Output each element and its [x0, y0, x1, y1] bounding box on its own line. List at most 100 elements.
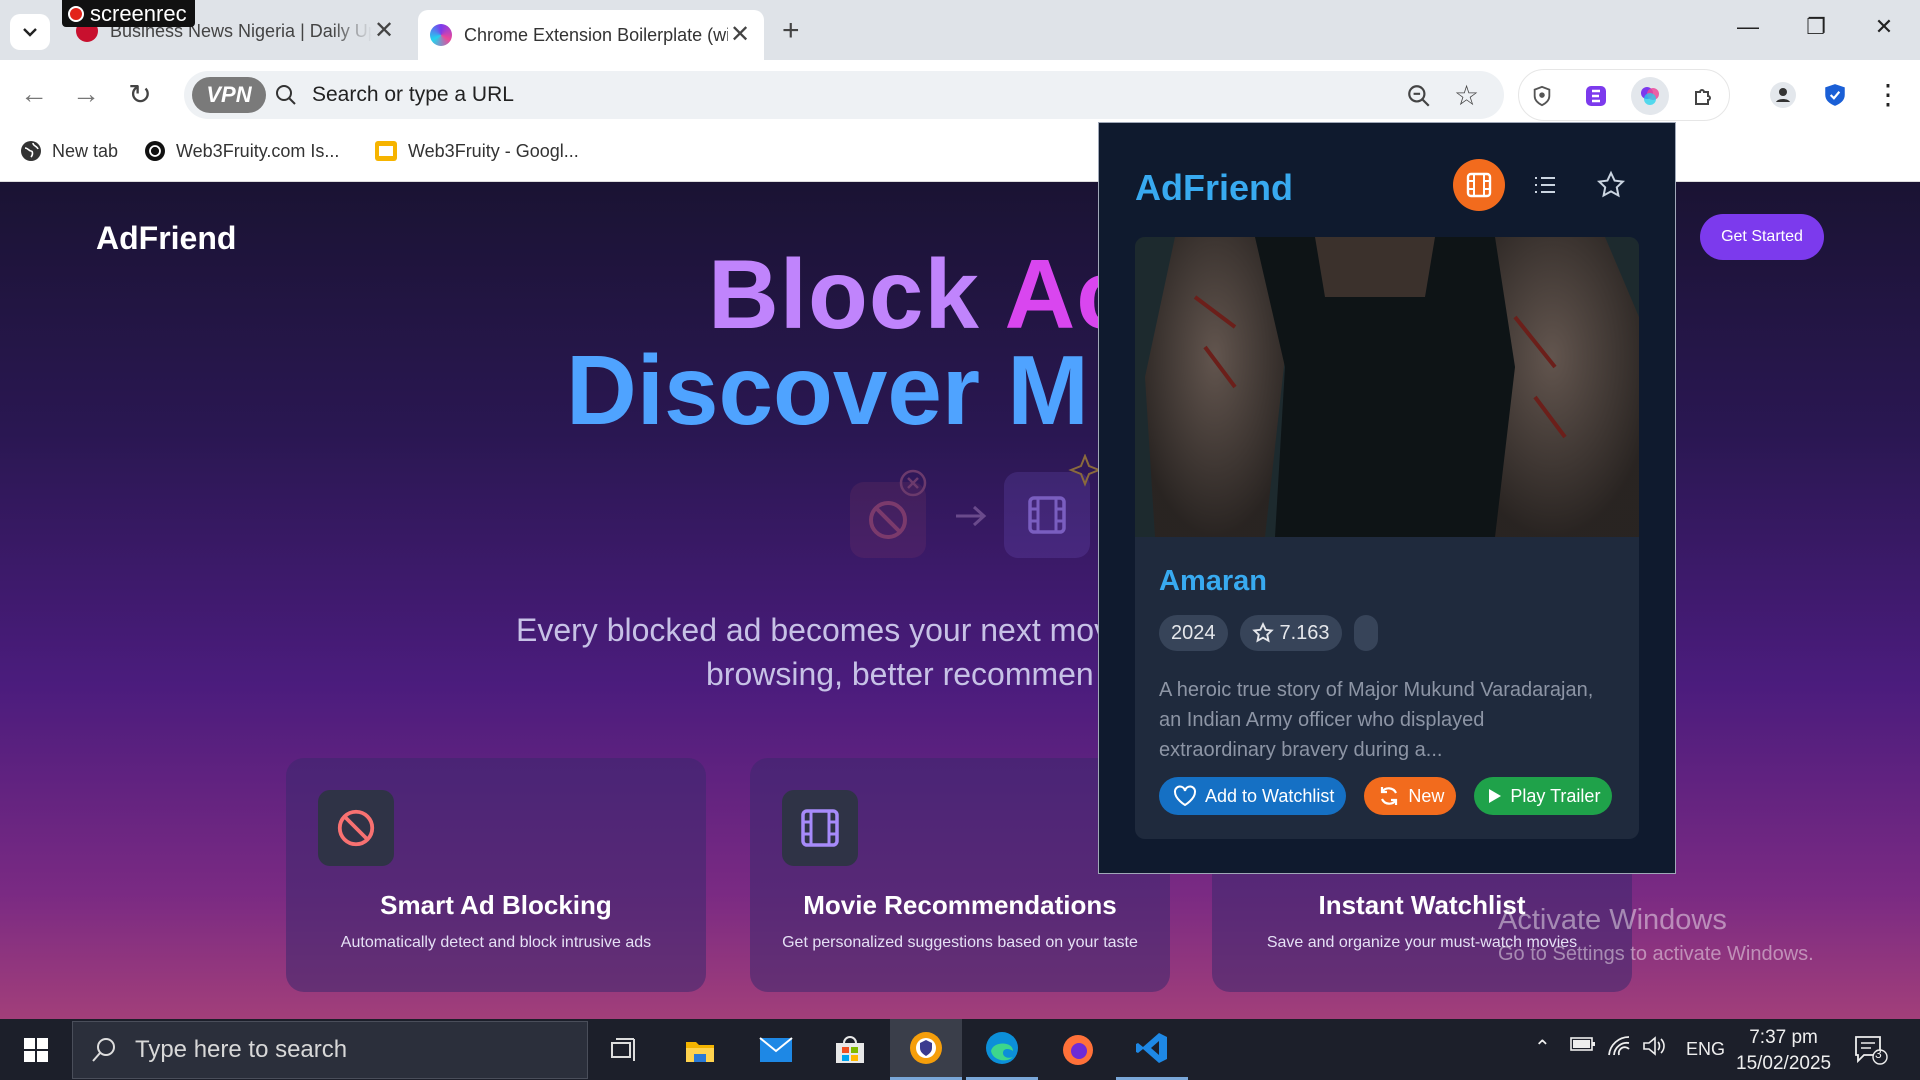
system-clock[interactable]: 7:37 pm 15/02/2025: [1736, 1025, 1831, 1077]
feature-card-ad-blocking: Smart Ad Blocking Automatically detect a…: [286, 758, 706, 992]
vpn-button[interactable]: VPN: [192, 77, 266, 113]
arrow-right-icon: [956, 505, 987, 527]
zoom-icon[interactable]: [1406, 83, 1432, 109]
get-started-button[interactable]: Get Started: [1700, 214, 1824, 260]
globe-icon: [21, 141, 41, 161]
tab-list[interactable]: [1519, 159, 1571, 211]
reload-button[interactable]: ↻: [120, 78, 160, 111]
rating-badge: 7.163: [1239, 615, 1342, 651]
popup-title: AdFriend: [1135, 167, 1293, 208]
restore-button[interactable]: ❐: [1796, 14, 1836, 40]
search-icon: [92, 1038, 115, 1062]
tab-movies[interactable]: [1453, 159, 1505, 211]
store-icon: [836, 1035, 864, 1063]
bookmark-label: New tab: [52, 140, 119, 161]
notification-count: 3: [1875, 1047, 1882, 1061]
show-hidden-icons-button[interactable]: ⌃: [1534, 1035, 1551, 1060]
forward-button[interactable]: →: [66, 78, 106, 110]
tab-extension-boilerplate[interactable]: Chrome Extension Boilerplate (with React…: [418, 10, 764, 60]
language-indicator[interactable]: ENG: [1686, 1039, 1725, 1060]
movie-overview: A heroic true story of Major Mukund Vara…: [1159, 679, 1594, 761]
movie-actions: Add to Watchlist New Play Trailer: [1159, 777, 1613, 815]
task-view-button[interactable]: [588, 1019, 660, 1080]
new-tab-button[interactable]: +: [782, 14, 800, 48]
search-icon: [276, 85, 296, 105]
menu-kebab-icon[interactable]: ⋮: [1868, 78, 1908, 111]
extension-favicon-icon: [430, 24, 452, 46]
shield-extension-icon[interactable]: [1523, 77, 1561, 115]
star-icon: [1251, 622, 1274, 643]
folder-icon: [686, 1041, 714, 1062]
recorder-label: screenrec: [90, 0, 187, 26]
windows-taskbar: Type here to search ⌃ ENG 7:37 pm 15/02/…: [0, 1019, 1920, 1080]
genre-badge: [1353, 615, 1378, 651]
activate-windows-watermark: Activate Windows Go to Settings to activ…: [1498, 904, 1814, 965]
bookmark-star-icon[interactable]: ☆: [1454, 79, 1479, 112]
google-slides-icon: [375, 141, 397, 161]
clock-time: 7:37 pm: [1749, 1027, 1818, 1048]
notification-center-button[interactable]: 3: [1854, 1035, 1888, 1070]
feature-description: Automatically detect and block intrusive…: [340, 934, 652, 951]
firefox-icon: [1063, 1034, 1093, 1065]
close-icon[interactable]: ✕: [728, 23, 752, 47]
openai-icon: [145, 141, 165, 161]
firefox-button[interactable]: [1042, 1019, 1114, 1080]
tab-strip: screenrec Business News Nigeria | Daily …: [0, 0, 1920, 60]
tab-search-button[interactable]: [10, 14, 50, 50]
movie-title[interactable]: Amaran: [1159, 565, 1267, 598]
volume-icon[interactable]: [1642, 1035, 1666, 1063]
bookmark-label: Web3Fruity.com Is...: [176, 140, 340, 161]
close-window-button[interactable]: ✕: [1864, 14, 1904, 40]
edge-button[interactable]: [966, 1019, 1038, 1080]
add-to-watchlist-button[interactable]: Add to Watchlist: [1159, 777, 1347, 815]
adfriend-popup: AdFriend Amaran 2024 7.163 A heroic true…: [1098, 122, 1676, 874]
heart-icon: [1174, 785, 1196, 807]
site-logo[interactable]: AdFriend: [96, 220, 236, 257]
ban-icon: [318, 790, 394, 866]
taskbar-search[interactable]: Type here to search: [72, 1021, 588, 1079]
taskbar-search-placeholder: Type here to search: [135, 1036, 348, 1063]
wifi-icon[interactable]: [1606, 1035, 1632, 1063]
back-button[interactable]: ←: [14, 78, 54, 110]
play-trailer-button[interactable]: Play Trailer: [1474, 777, 1613, 815]
bookmark-web3fruity[interactable]: Web3Fruity.com Is...: [144, 140, 339, 162]
refresh-icon: [1381, 787, 1398, 805]
close-circle-icon: [899, 469, 927, 497]
film-icon: [1466, 172, 1492, 198]
battery-icon[interactable]: [1570, 1035, 1596, 1058]
bookmark-new-tab[interactable]: New tab: [20, 140, 118, 162]
movie-poster[interactable]: [1135, 237, 1639, 537]
screen-recorder-badge: screenrec: [62, 0, 195, 27]
puzzle-extensions-icon[interactable]: [1685, 77, 1723, 115]
play-icon: [1489, 789, 1502, 803]
film-icon: [782, 790, 858, 866]
windows-logo-icon: [24, 1037, 48, 1062]
start-button[interactable]: [0, 1019, 72, 1080]
address-bar[interactable]: VPN Search or type a URL ☆: [184, 71, 1504, 119]
poster-image: [1135, 237, 1639, 537]
mail-icon: [759, 1036, 793, 1062]
feature-description: Get personalized suggestions based on yo…: [782, 934, 1138, 951]
file-explorer-button[interactable]: [664, 1019, 736, 1080]
adfriend-extension-icon[interactable]: [1631, 77, 1669, 115]
vscode-button[interactable]: [1116, 1019, 1188, 1080]
movie-card: Amaran 2024 7.163 A heroic true story of…: [1135, 237, 1639, 839]
mail-button[interactable]: [740, 1019, 812, 1080]
minimize-button[interactable]: —: [1728, 14, 1768, 40]
bookmark-web3fruity-google[interactable]: Web3Fruity - Googl...: [374, 140, 579, 162]
year-badge: 2024: [1159, 615, 1228, 651]
store-button[interactable]: [814, 1019, 886, 1080]
e-extension-icon[interactable]: [1577, 77, 1615, 115]
feature-title: Smart Ad Blocking: [380, 890, 612, 920]
profile-icon[interactable]: [1764, 76, 1802, 114]
notification-icon: [1855, 1036, 1888, 1065]
clock-date: 15/02/2025: [1736, 1053, 1832, 1074]
tab-title: Chrome Extension Boilerplate (with React…: [464, 24, 728, 45]
bitwarden-shield-icon[interactable]: [1816, 76, 1854, 114]
brave-browser-button[interactable]: [890, 1019, 962, 1080]
address-input[interactable]: Search or type a URL: [312, 83, 514, 107]
new-recommendation-button[interactable]: New: [1364, 777, 1457, 815]
star-icon: [1596, 170, 1626, 198]
close-icon[interactable]: ✕: [372, 19, 396, 43]
tab-favorites[interactable]: [1585, 159, 1637, 211]
